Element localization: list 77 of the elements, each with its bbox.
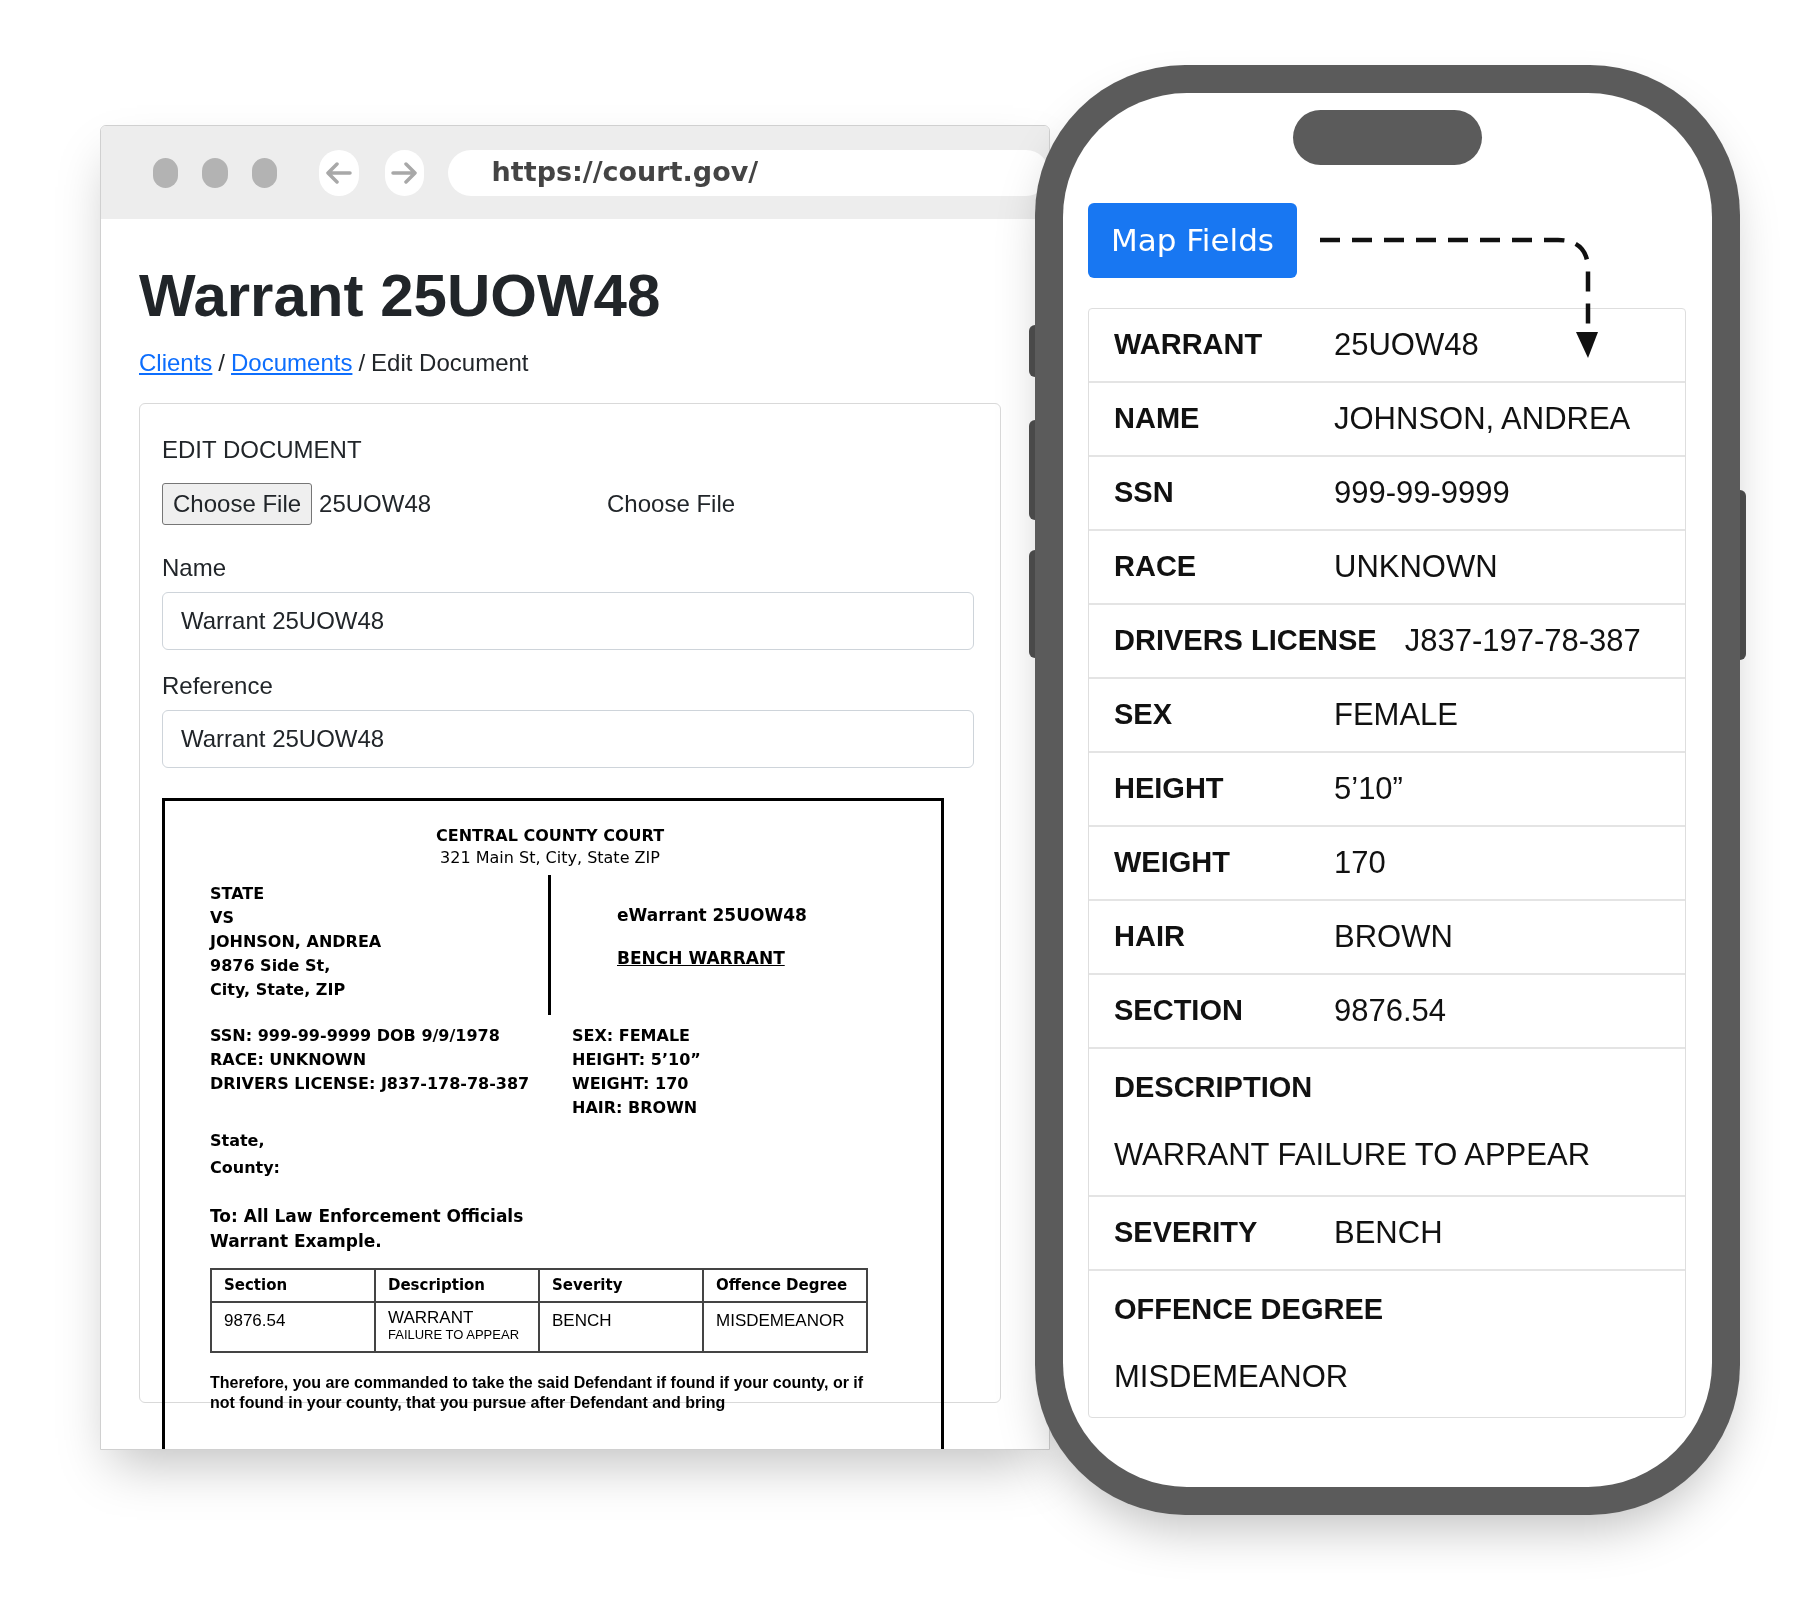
detail-line: SEX: FEMALE <box>572 1025 691 1046</box>
field-value: FEMALE <box>1334 695 1459 734</box>
forward-arrow-icon <box>391 161 418 184</box>
field-value: BROWN <box>1334 917 1453 956</box>
field-name: WARRANT <box>1114 327 1264 363</box>
detail-line: DRIVERS LICENSE: J837-178-78-387 <box>210 1073 530 1094</box>
jurisdiction-line: County: <box>210 1157 280 1178</box>
warrant-number: eWarrant 25UOW48 <box>617 904 807 927</box>
choose-file-button[interactable]: Choose File <box>162 483 313 525</box>
text-field[interactable]: Warrant 25UOW48 <box>162 592 974 650</box>
party-line: JOHNSON, ANDREA <box>210 931 382 952</box>
table-cell: BENCH <box>539 1302 703 1352</box>
breadcrumb-current: Edit Document <box>371 348 529 378</box>
column-header: Severity <box>539 1269 703 1302</box>
table-cell: MISDEMEANOR <box>703 1302 867 1352</box>
field-name: HAIR <box>1114 919 1186 955</box>
detail-line: SSN: 999-99-9999 DOB 9/9/1978 <box>210 1025 500 1046</box>
detail-line: HEIGHT: 5’10” <box>572 1049 701 1070</box>
window-control-icon[interactable] <box>202 157 228 188</box>
field-name: SECTION <box>1114 993 1244 1029</box>
party-line: VS <box>210 907 234 928</box>
field-value: BENCH <box>1334 1213 1443 1252</box>
party-line: City, State, ZIP <box>210 979 346 1000</box>
map-fields-button[interactable]: Map Fields <box>1088 203 1297 278</box>
breadcrumb-link[interactable]: Documents <box>231 345 353 381</box>
column-header: Section <box>211 1269 375 1302</box>
field-name: DESCRIPTION <box>1114 1070 1313 1105</box>
breadcrumb-separator: / <box>218 348 226 378</box>
field-value: WARRANT FAILURE TO APPEAR <box>1114 1135 1591 1174</box>
court-address: 321 Main St, City, State ZIP <box>439 847 661 869</box>
field-label: Reference <box>162 671 273 701</box>
field-name: OFFENCE DEGREE <box>1114 1292 1384 1327</box>
field-name: SSN <box>1114 475 1175 511</box>
detail-line: WEIGHT: 170 <box>572 1073 689 1094</box>
column-header: Description <box>375 1269 539 1302</box>
back-arrow-icon <box>326 161 352 184</box>
detail-line: HAIR: BROWN <box>572 1097 698 1118</box>
breadcrumb-separator: / <box>358 348 366 378</box>
field-value: UNKNOWN <box>1334 547 1498 586</box>
addressee-line: To: All Law Enforcement Officials <box>210 1206 524 1227</box>
forward-button[interactable] <box>384 149 424 196</box>
field-value: JOHNSON, ANDREA <box>1334 399 1631 438</box>
page-title: Warrant 25UOW48 <box>139 261 661 331</box>
field-value: 9876.54 <box>1334 991 1447 1030</box>
column-header: Offence Degree <box>703 1269 867 1302</box>
detail-line: RACE: UNKNOWN <box>210 1049 367 1070</box>
back-button[interactable] <box>319 149 359 196</box>
command-paragraph: Therefore, you are commanded to take the said Defendant if found if your county, or if not found in your county, that you pursue after Defendant and bring <box>210 1373 865 1413</box>
table-cell: WARRANT FAILURE TO APPEAR <box>375 1302 539 1352</box>
card-heading: EDIT DOCUMENT <box>162 435 362 465</box>
party-line: 9876 Side St, <box>210 955 331 976</box>
court-name: CENTRAL COUNTY COURT <box>434 825 666 847</box>
field-label: Name <box>162 553 227 583</box>
field-name: DRIVERS LICENSE <box>1114 623 1378 659</box>
file-name: 25UOW48 <box>319 489 432 519</box>
field-value: 170 <box>1334 843 1386 882</box>
field-name: SEVERITY <box>1114 1215 1259 1251</box>
addressee-line: Warrant Example. <box>210 1231 382 1252</box>
text-field[interactable]: Warrant 25UOW48 <box>162 710 974 768</box>
party-line: STATE <box>210 883 265 904</box>
field-value: 25UOW48 <box>1334 325 1479 364</box>
field-value: 999-99-9999 <box>1334 473 1510 512</box>
field-name: SEX <box>1114 697 1174 733</box>
window-control-icon[interactable] <box>153 157 179 188</box>
field-name: NAME <box>1114 401 1201 437</box>
field-name: RACE <box>1114 549 1198 585</box>
field-value: MISDEMEANOR <box>1114 1357 1349 1396</box>
file-label: Choose File <box>607 489 736 519</box>
field-value: 5’10” <box>1334 769 1403 808</box>
field-name: HEIGHT <box>1114 771 1225 807</box>
table-cell: 9876.54 <box>211 1302 375 1352</box>
field-value: J837-197-78-387 <box>1404 621 1641 660</box>
breadcrumb-link[interactable]: Clients <box>139 345 213 381</box>
jurisdiction-line: State, <box>210 1130 265 1151</box>
warrant-type: BENCH WARRANT <box>617 946 785 970</box>
window-control-icon[interactable] <box>251 157 278 188</box>
field-name: WEIGHT <box>1114 845 1231 881</box>
